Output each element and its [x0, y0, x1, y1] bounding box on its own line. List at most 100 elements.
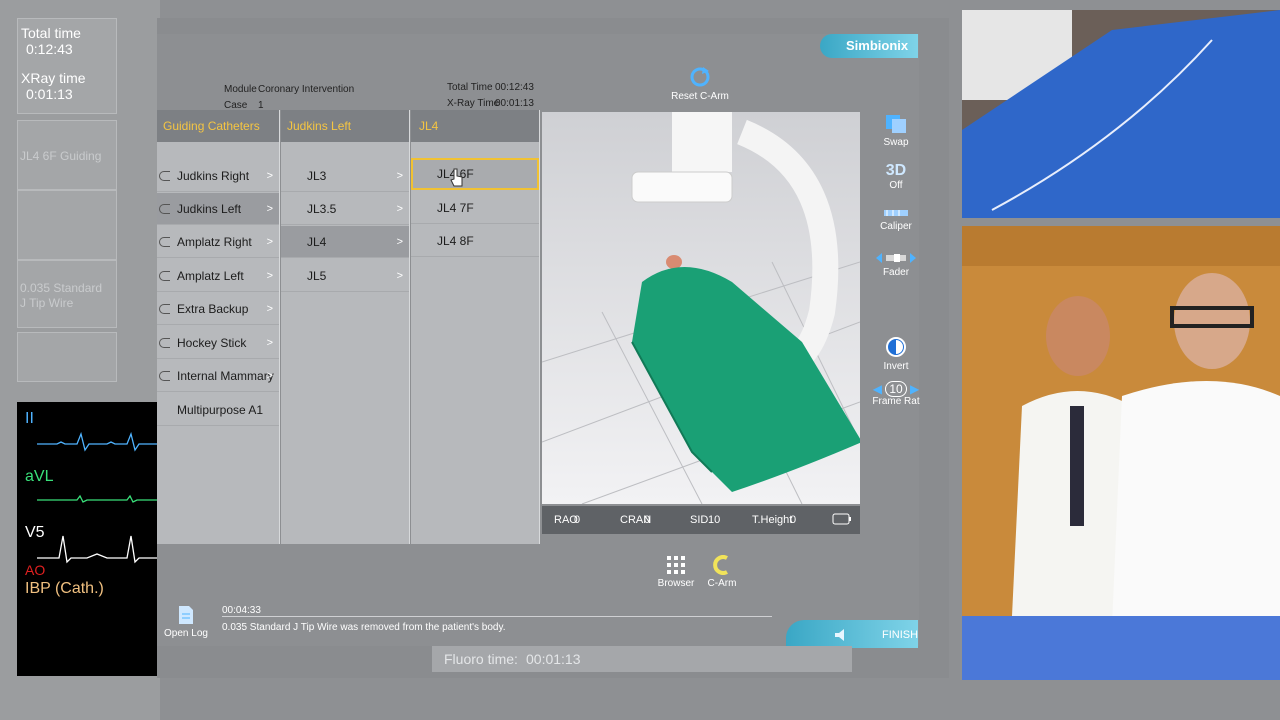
log-message: 0.035 Standard J Tip Wire was removed fr…: [222, 622, 506, 633]
header-total-time-label: Total Time: [447, 82, 493, 93]
lead-avl-label: aVL: [25, 468, 54, 485]
camera-scene-table: [962, 10, 1280, 218]
decrease-arrow-icon: ◀: [872, 382, 882, 396]
ao-label: AO: [25, 562, 46, 578]
menu-item-internal-mammary[interactable]: Internal Mammary >: [157, 360, 279, 392]
header-total-time: 00:12:43: [495, 82, 534, 93]
catheter-shape-icon: [159, 304, 170, 314]
lead-ii-trace: [37, 431, 157, 452]
caliper-button[interactable]: Caliper: [866, 208, 926, 232]
menu-item-jl4-7f[interactable]: JL4 7F: [411, 192, 539, 224]
caliper-icon: [884, 210, 908, 216]
lead-avl-trace: [37, 494, 157, 503]
fader-button[interactable]: Fader: [866, 252, 926, 278]
empty-slot-2: [17, 332, 117, 382]
header-xray-time-label: X-Ray Time: [447, 98, 500, 109]
menu-item-amplatz-right[interactable]: Amplatz Right >: [157, 226, 279, 258]
invert-button[interactable]: Invert: [866, 336, 926, 372]
swap-button[interactable]: Swap: [866, 114, 926, 148]
menu-item-judkins-left[interactable]: Judkins Left >: [157, 193, 279, 225]
empty-slot: [17, 190, 117, 260]
catheter-shape-icon: [159, 204, 170, 214]
fluoro-bar: Fluoro time: 00:01:13: [432, 646, 852, 672]
carm-button[interactable]: C-Arm: [692, 555, 752, 589]
reset-icon: [690, 67, 710, 87]
wire-ghost-text-1: 0.035 Standard: [20, 281, 103, 295]
frame-rate-control[interactable]: ◀ 10 ▶ Frame Rat: [866, 381, 926, 407]
module-value: Coronary Intervention: [258, 84, 355, 95]
theight-value: 0: [790, 514, 797, 526]
menu-item-judkins-right[interactable]: Judkins Right >: [157, 160, 279, 192]
brand-logo: Simbionix: [846, 38, 909, 53]
rao-value: 0: [574, 514, 581, 526]
judkins-left-menu: Judkins Left JL3 > JL3.5 > JL4 > JL5 >: [281, 110, 410, 544]
reset-carm-label: Reset C-Arm: [671, 91, 729, 102]
total-time-value: 0:12:43: [26, 41, 73, 57]
judkins-left-header: Judkins Left: [281, 110, 409, 142]
operators-camera: [962, 226, 1280, 680]
3d-icon: 3D: [885, 162, 907, 179]
menu-item-amplatz-left[interactable]: Amplatz Left >: [157, 260, 279, 292]
catheter-shape-icon: [159, 371, 170, 381]
fluoro-label: Fluoro time:: [444, 651, 518, 667]
menu-item-jl5[interactable]: JL5 >: [281, 260, 409, 292]
wire-ghost-text-2: J Tip Wire: [20, 296, 74, 310]
catheter-shape-icon: [159, 171, 170, 181]
guiding-slot: JL4 6F Guiding: [17, 120, 117, 190]
sid-value: 10: [708, 514, 721, 526]
cath-lab-scene: [542, 112, 860, 504]
frame-rate-value: ◀ 10 ▶: [872, 381, 920, 397]
xray-time-label: XRay time: [21, 70, 86, 86]
fluoro-time: 00:01:13: [526, 651, 581, 667]
lead-v5-trace: [37, 535, 157, 564]
viewport-status-bar: RAO 0 CRAN 0 SID 10 T.Height 0: [542, 506, 860, 534]
cran-value: 0: [644, 514, 651, 526]
reset-carm-button[interactable]: Reset C-Arm: [670, 66, 730, 102]
menu-item-hockey-stick[interactable]: Hockey Stick >: [157, 327, 279, 359]
log-timestamp: 00:04:33: [222, 605, 261, 616]
lead-ii-label: II: [25, 410, 34, 427]
brand-strip: Simbionix: [820, 34, 918, 58]
menu-item-jl4-6f[interactable]: JL4 6F: [411, 158, 539, 190]
guiding-catheters-menu: Guiding Catheters Judkins Right > Judkins…: [157, 110, 280, 544]
increase-arrow-icon: ▶: [910, 382, 920, 396]
menu-item-jl4-8f[interactable]: JL4 8F: [411, 225, 539, 257]
log-divider: [222, 616, 772, 617]
patient-table-camera: [962, 10, 1280, 218]
jl4-header: JL4: [411, 110, 539, 142]
sid-label: SID: [690, 514, 709, 526]
fader-slider-icon: [876, 253, 916, 263]
invert-icon: [886, 337, 906, 357]
guiding-catheters-header: Guiding Catheters: [157, 110, 279, 142]
menu-item-jl4[interactable]: JL4 >: [281, 226, 409, 258]
grid-icon: [667, 556, 685, 574]
xray-time-value: 0:01:13: [26, 86, 73, 102]
carm-icon: [713, 555, 728, 575]
swap-icon: [886, 115, 906, 133]
guiding-ghost-text: JL4 6F Guiding: [20, 149, 102, 163]
battery-icon: [832, 513, 851, 525]
carm-3d-viewport[interactable]: [542, 112, 860, 504]
module-label: Module: [224, 84, 257, 95]
document-icon: [179, 606, 193, 624]
catheter-shape-icon: [159, 237, 170, 247]
menu-item-extra-backup[interactable]: Extra Backup >: [157, 293, 279, 325]
time-box: Total time 0:12:43 XRay time 0:01:13: [17, 18, 117, 114]
menu-item-jl3-5[interactable]: JL3.5 >: [281, 193, 409, 225]
catheter-shape-icon: [159, 338, 170, 348]
hand-cursor-icon: [450, 168, 463, 187]
open-log-button[interactable]: Open Log: [160, 605, 212, 639]
camera-scene-operators: [962, 226, 1280, 680]
total-time-label: Total time: [21, 25, 81, 41]
menu-item-multipurpose-a1[interactable]: Multipurpose A1: [157, 394, 279, 426]
theight-label: T.Height: [752, 514, 793, 526]
finish-button[interactable]: FINISH: [786, 620, 918, 648]
3d-toggle-button[interactable]: 3D Off: [866, 162, 926, 191]
wire-slot: 0.035 Standard J Tip Wire: [17, 260, 117, 328]
catheter-shape-icon: [159, 271, 170, 281]
speaker-icon: [835, 629, 844, 641]
ibp-label: IBP (Cath.): [25, 580, 104, 597]
jl4-menu: JL4 JL4 6F JL4 7F JL4 8F: [411, 110, 540, 544]
header-xray-time: 00:01:13: [495, 98, 534, 109]
menu-item-jl3[interactable]: JL3 >: [281, 160, 409, 192]
